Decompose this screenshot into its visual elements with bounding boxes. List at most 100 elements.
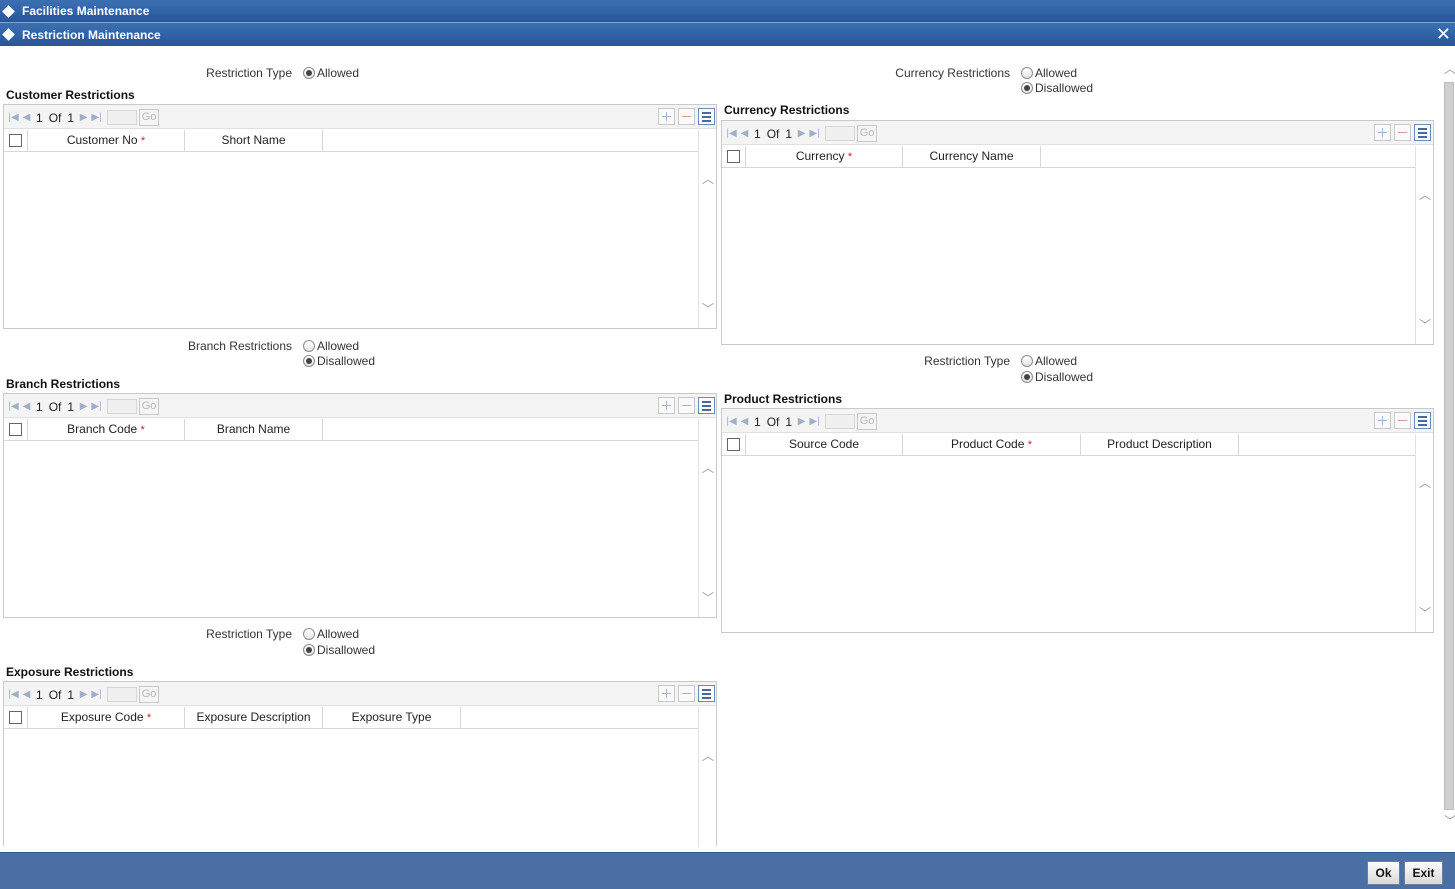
next-page-icon[interactable]: ▶ [795, 416, 808, 427]
column-header-customer-no[interactable]: Customer No * [28, 130, 185, 152]
scroll-down-icon[interactable]: ﹀ [702, 589, 714, 606]
first-page-icon[interactable]: |◀ [725, 416, 738, 427]
add-row-icon[interactable] [658, 108, 675, 125]
first-page-icon[interactable]: |◀ [7, 112, 20, 123]
column-header-currency[interactable]: Currency * [746, 146, 903, 168]
column-settings-icon[interactable] [698, 685, 715, 702]
currency-radio-allowed[interactable]: Allowed [1021, 66, 1077, 80]
customer-radio-allowed[interactable]: Allowed [303, 66, 359, 80]
column-header-exposure-type[interactable]: Exposure Type [323, 707, 461, 729]
exposure-radio-disallowed[interactable]: Disallowed [303, 643, 375, 657]
grid-toolbar: |◀ ◀ 1 Of 1 ▶ ▶| Go [4, 105, 716, 129]
select-all-checkbox[interactable] [722, 146, 746, 168]
grid-scrollbar[interactable]: ︿ ﹀ [1415, 434, 1433, 632]
last-page-icon[interactable]: ▶| [808, 416, 821, 427]
column-header-currency-name[interactable]: Currency Name [903, 146, 1041, 168]
column-header-product-code[interactable]: Product Code * [903, 434, 1081, 456]
column-header-branch-code[interactable]: Branch Code * [28, 419, 185, 441]
prev-page-icon[interactable]: ◀ [20, 112, 33, 123]
next-page-icon[interactable]: ▶ [795, 128, 808, 139]
go-button[interactable]: Go [857, 413, 878, 430]
scroll-up-icon[interactable]: ︿ [702, 747, 714, 764]
currency-section-title: Currency Restrictions [724, 103, 850, 117]
delete-row-icon[interactable] [1394, 412, 1411, 429]
page-scroll-down-icon[interactable]: ﹀ [1444, 812, 1455, 829]
delete-row-icon[interactable] [678, 397, 695, 414]
column-header-short-name[interactable]: Short Name [185, 130, 323, 152]
last-page-icon[interactable]: ▶| [90, 112, 103, 123]
add-row-icon[interactable] [658, 685, 675, 702]
exposure-grid: |◀ ◀ 1 Of 1 ▶ ▶| Go Exposure Code * Expo… [3, 681, 717, 847]
next-page-icon[interactable]: ▶ [77, 401, 90, 412]
close-icon[interactable]: ✕ [1436, 24, 1451, 44]
grid-scrollbar[interactable]: ︿ [698, 707, 716, 847]
last-page-icon[interactable]: ▶| [90, 401, 103, 412]
parent-window-titlebar[interactable]: Facilities Maintenance [0, 0, 1455, 23]
scroll-up-icon[interactable]: ︿ [702, 170, 714, 187]
product-radio-allowed[interactable]: Allowed [1021, 354, 1077, 368]
go-button[interactable]: Go [139, 109, 160, 126]
customer-section-title: Customer Restrictions [6, 88, 135, 102]
scroll-up-icon[interactable]: ︿ [1419, 186, 1431, 203]
page-scrollbar[interactable]: ︿ ﹀ [1443, 60, 1455, 832]
next-page-icon[interactable]: ▶ [77, 112, 90, 123]
scroll-down-icon[interactable]: ﹀ [702, 300, 714, 317]
page-number-input[interactable] [825, 414, 856, 429]
page-scroll-thumb[interactable] [1444, 82, 1454, 810]
select-all-checkbox[interactable] [4, 130, 28, 152]
grid-scrollbar[interactable]: ︿ ﹀ [698, 419, 716, 617]
last-page-icon[interactable]: ▶| [90, 689, 103, 700]
prev-page-icon[interactable]: ◀ [738, 128, 751, 139]
column-settings-icon[interactable] [1414, 124, 1431, 141]
prev-page-icon[interactable]: ◀ [738, 416, 751, 427]
go-button[interactable]: Go [139, 686, 160, 703]
window-titlebar[interactable]: Restriction Maintenance ✕ [0, 23, 1455, 46]
column-header-source-code[interactable]: Source Code [746, 434, 903, 456]
delete-row-icon[interactable] [678, 108, 695, 125]
prev-page-icon[interactable]: ◀ [20, 689, 33, 700]
branch-radio-disallowed[interactable]: Disallowed [303, 354, 375, 368]
page-number-input[interactable] [107, 110, 138, 125]
page-scroll-up-icon[interactable]: ︿ [1444, 60, 1455, 77]
column-header-exposure-description[interactable]: Exposure Description [185, 707, 323, 729]
page-number-input[interactable] [107, 687, 138, 702]
branch-radio-allowed[interactable]: Allowed [303, 339, 359, 353]
grid-scrollbar[interactable]: ︿ ﹀ [698, 130, 716, 328]
first-page-icon[interactable]: |◀ [7, 401, 20, 412]
column-settings-icon[interactable] [1414, 412, 1431, 429]
add-row-icon[interactable] [1374, 124, 1391, 141]
column-header-exposure-code[interactable]: Exposure Code * [28, 707, 185, 729]
delete-row-icon[interactable] [1394, 124, 1411, 141]
column-settings-icon[interactable] [698, 108, 715, 125]
grid-scrollbar[interactable]: ︿ ﹀ [1415, 146, 1433, 344]
first-page-icon[interactable]: |◀ [725, 128, 738, 139]
currency-radio-disallowed[interactable]: Disallowed [1021, 81, 1093, 95]
first-page-icon[interactable]: |◀ [7, 689, 20, 700]
column-header-product-description[interactable]: Product Description [1081, 434, 1239, 456]
delete-row-icon[interactable] [678, 685, 695, 702]
prev-page-icon[interactable]: ◀ [20, 401, 33, 412]
add-row-icon[interactable] [1374, 412, 1391, 429]
go-button[interactable]: Go [857, 125, 878, 142]
product-radio-disallowed[interactable]: Disallowed [1021, 370, 1093, 384]
add-row-icon[interactable] [658, 397, 675, 414]
scroll-up-icon[interactable]: ︿ [1419, 474, 1431, 491]
select-all-checkbox[interactable] [4, 707, 28, 729]
page-number-input[interactable] [107, 399, 138, 414]
select-all-checkbox[interactable] [722, 434, 746, 456]
column-header-branch-name[interactable]: Branch Name [185, 419, 323, 441]
next-page-icon[interactable]: ▶ [77, 689, 90, 700]
go-button[interactable]: Go [139, 398, 160, 415]
page-number-input[interactable] [825, 126, 856, 141]
scroll-down-icon[interactable]: ﹀ [1419, 604, 1431, 621]
grid-header-row: Customer No * Short Name [4, 130, 699, 152]
grid-toolbar: |◀ ◀ 1 Of 1 ▶ ▶| Go [722, 409, 1433, 433]
scroll-down-icon[interactable]: ﹀ [1419, 316, 1431, 333]
scroll-up-icon[interactable]: ︿ [702, 459, 714, 476]
select-all-checkbox[interactable] [4, 419, 28, 441]
exit-button[interactable]: Exit [1404, 861, 1443, 885]
last-page-icon[interactable]: ▶| [808, 128, 821, 139]
column-settings-icon[interactable] [698, 397, 715, 414]
ok-button[interactable]: Ok [1367, 861, 1400, 885]
exposure-radio-allowed[interactable]: Allowed [303, 627, 359, 641]
